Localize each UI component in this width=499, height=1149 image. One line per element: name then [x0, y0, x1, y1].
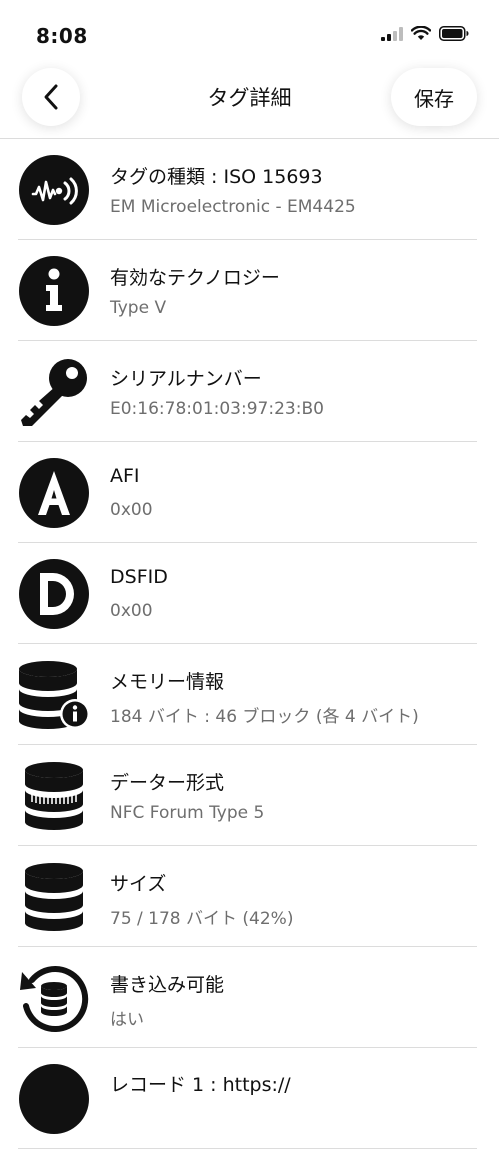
item-label: シリアルナンバー	[110, 368, 262, 390]
item-label: メモリー情報	[110, 671, 225, 693]
save-button[interactable]: 保存	[391, 68, 477, 126]
cellular-signal-icon	[381, 26, 403, 41]
database-icon	[18, 861, 90, 933]
status-icons	[381, 26, 469, 41]
list-item-memory-info[interactable]: メモリー情報 184 バイト : 46 ブロック (各 4 バイト)	[0, 644, 499, 745]
item-label: サイズ	[110, 873, 167, 895]
info-icon	[18, 255, 90, 327]
item-value: NFC Forum Type 5	[110, 803, 265, 823]
item-label: 有効なテクノロジー	[110, 267, 280, 289]
key-icon	[18, 356, 90, 428]
item-label: 書き込み可能	[110, 974, 225, 996]
list-item-size[interactable]: サイズ 75 / 178 バイト (42%)	[0, 846, 499, 947]
list-item-serial-number[interactable]: シリアルナンバー E0:16:78:01:03:97:23:B0	[0, 341, 499, 442]
nfc-tag-icon	[18, 154, 90, 226]
status-bar: 8:08	[0, 0, 499, 66]
database-info-icon	[18, 659, 90, 731]
item-value: EM Microelectronic - EM4425	[110, 197, 356, 217]
list-item-record-1[interactable]: レコード 1 : https://	[0, 1048, 499, 1149]
record-icon	[18, 1063, 90, 1135]
list-item-data-format[interactable]: データー形式 NFC Forum Type 5	[0, 745, 499, 846]
item-label: レコード 1 : https://	[110, 1074, 291, 1096]
item-label: DSFID	[110, 566, 168, 588]
database-format-icon	[18, 760, 90, 832]
letter-d-icon	[18, 558, 90, 630]
list-item-afi[interactable]: AFI 0x00	[0, 442, 499, 543]
item-label: データー形式	[110, 772, 225, 794]
battery-icon	[439, 26, 469, 41]
item-label: タグの種類 : ISO 15693	[110, 166, 323, 188]
item-value: Type V	[110, 298, 167, 318]
wifi-icon	[411, 26, 431, 40]
status-time: 8:08	[36, 24, 88, 48]
item-value: 0x00	[110, 500, 153, 520]
letter-a-icon	[18, 457, 90, 529]
list-item-writable[interactable]: 書き込み可能 はい	[0, 947, 499, 1048]
item-value: E0:16:78:01:03:97:23:B0	[110, 399, 324, 419]
list-item-technology[interactable]: 有効なテクノロジー Type V	[0, 240, 499, 341]
item-value: はい	[110, 1010, 144, 1030]
database-refresh-icon	[18, 962, 90, 1034]
navigation-header: タグ詳細 保存	[0, 66, 499, 138]
list-item-tag-type[interactable]: タグの種類 : ISO 15693 EM Microelectronic - E…	[0, 139, 499, 240]
item-value: 184 バイト : 46 ブロック (各 4 バイト)	[110, 707, 419, 727]
item-value: 0x00	[110, 601, 153, 621]
item-label: AFI	[110, 465, 140, 487]
tag-detail-list: タグの種類 : ISO 15693 EM Microelectronic - E…	[0, 138, 499, 1149]
item-value: 75 / 178 バイト (42%)	[110, 909, 294, 929]
list-item-dsfid[interactable]: DSFID 0x00	[0, 543, 499, 644]
